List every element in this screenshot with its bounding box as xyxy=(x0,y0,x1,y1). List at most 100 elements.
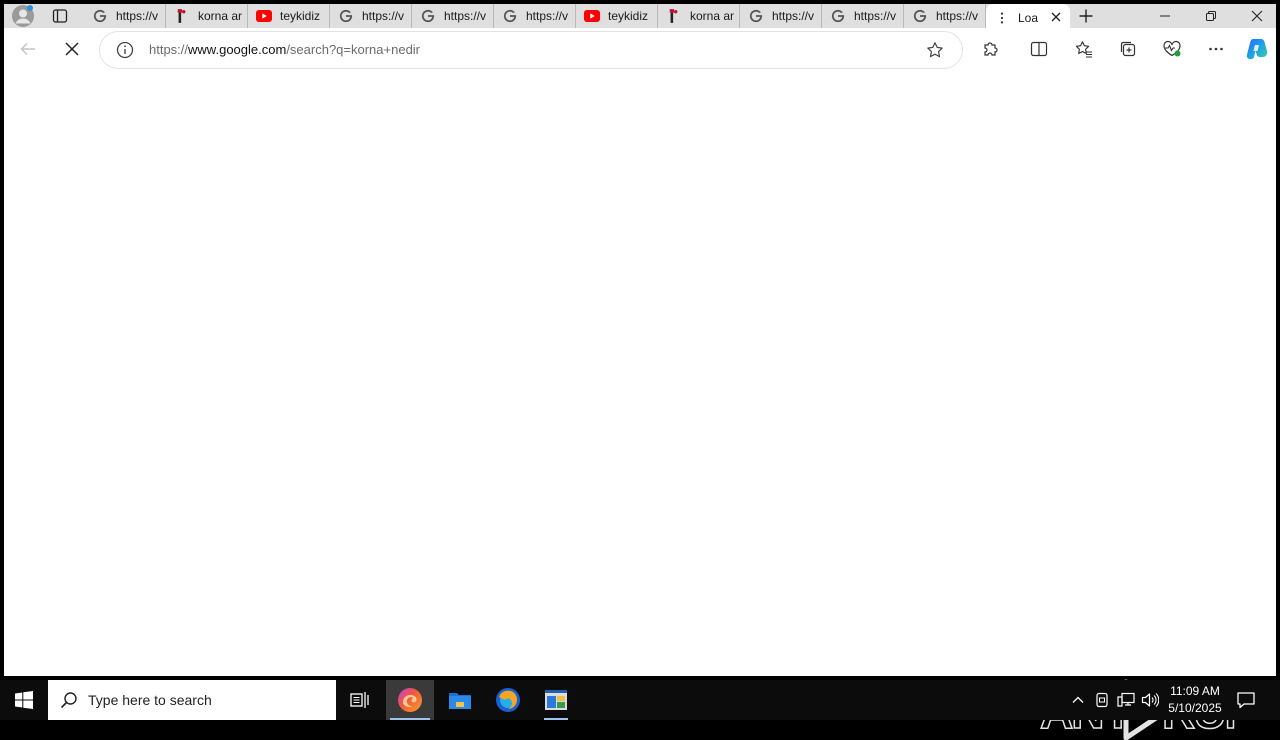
url-text[interactable]: https://www.google.com/search?q=korna+ne… xyxy=(149,42,420,57)
loading-icon xyxy=(994,10,1010,26)
tab-label: https://v xyxy=(772,9,815,23)
tab-label: https://v xyxy=(444,9,487,23)
restore-button[interactable] xyxy=(1188,4,1234,28)
favorite-star-icon[interactable] xyxy=(926,41,944,59)
taskbar-clock[interactable]: 11:09 AM 5/10/2025 xyxy=(1160,683,1230,717)
minimize-button[interactable] xyxy=(1142,4,1188,28)
notification-center-button[interactable] xyxy=(1236,690,1258,710)
tab-label: korna ar xyxy=(198,9,243,23)
tab-1[interactable]: https://v xyxy=(84,4,166,28)
tab-list: https://v korna ar teykidiz https://v https:… xyxy=(84,4,1070,32)
tab-8[interactable]: korna ar xyxy=(658,4,740,28)
tab-label: Loa xyxy=(1018,11,1039,25)
tab-4[interactable]: https://v xyxy=(330,4,412,28)
taskbar-app-window-button[interactable] xyxy=(532,680,580,720)
tray-device-icon xyxy=(1096,692,1108,708)
taskbar-file-explorer-button[interactable] xyxy=(436,680,484,720)
task-view-icon xyxy=(350,692,369,708)
network-icon xyxy=(1117,692,1135,707)
close-tab-icon[interactable] xyxy=(1050,10,1062,22)
tab-3[interactable]: teykidiz xyxy=(248,4,330,28)
tab-10[interactable]: https://v xyxy=(822,4,904,28)
desktop-screen: https://v korna ar teykidiz https://v https:… xyxy=(0,0,1280,740)
back-button[interactable] xyxy=(16,37,40,61)
tab-actions-button[interactable] xyxy=(48,4,72,28)
settings-more-button[interactable] xyxy=(1204,37,1228,61)
restore-icon xyxy=(1206,11,1216,21)
stop-x-icon xyxy=(65,42,79,56)
youtube-icon xyxy=(256,8,272,24)
favorites-star-list-icon xyxy=(1075,41,1092,58)
app-window-icon xyxy=(545,690,567,710)
tab-label: https://v xyxy=(936,9,979,23)
split-screen-button[interactable] xyxy=(1027,37,1051,61)
url-scheme: https:// xyxy=(149,42,189,57)
taskbar-firefox-button[interactable] xyxy=(484,680,532,720)
tab-7[interactable]: teykidiz xyxy=(576,4,658,28)
more-dots-icon xyxy=(1209,47,1223,51)
copilot-button[interactable] xyxy=(1245,37,1269,61)
new-tab-button[interactable] xyxy=(1076,4,1096,28)
edge-browser-window: https://v korna ar teykidiz https://v https:… xyxy=(4,4,1276,740)
tab-2[interactable]: korna ar xyxy=(166,4,248,28)
url-host: www.google.com xyxy=(188,42,287,57)
tab-label: korna ar xyxy=(690,9,735,23)
google-icon xyxy=(748,8,764,24)
profile-avatar-icon xyxy=(12,5,34,27)
firefox-icon xyxy=(496,688,520,712)
arrow-left-icon xyxy=(20,43,35,55)
copilot-icon xyxy=(1246,39,1268,59)
windows-logo-icon xyxy=(15,691,33,709)
close-window-button[interactable] xyxy=(1234,4,1280,28)
taskbar-edge-button[interactable] xyxy=(386,680,434,720)
url-path: /search?q=korna+nedir xyxy=(286,42,421,57)
page-content: ANY RUN xyxy=(4,70,1276,740)
network-button[interactable] xyxy=(1116,690,1136,710)
collections-icon xyxy=(1120,41,1136,57)
tab-11[interactable]: https://v xyxy=(904,4,986,28)
taskbar-search-box[interactable]: Type here to search xyxy=(48,680,336,720)
start-button[interactable] xyxy=(0,680,48,720)
edge-icon xyxy=(398,688,422,712)
profile-button[interactable] xyxy=(10,4,36,28)
tab-strip: https://v korna ar teykidiz https://v https:… xyxy=(4,4,1276,32)
collections-button[interactable] xyxy=(1116,37,1140,61)
site-info-icon[interactable] xyxy=(116,41,134,59)
bookmark-favicon-icon xyxy=(174,8,190,24)
chevron-up-icon xyxy=(1072,696,1084,703)
search-placeholder: Type here to search xyxy=(88,692,212,708)
tab-5[interactable]: https://v xyxy=(412,4,494,28)
puzzle-icon xyxy=(984,42,998,56)
minimize-icon xyxy=(1160,15,1170,17)
clock-time: 11:09 AM xyxy=(1170,684,1220,698)
notification-icon xyxy=(1237,692,1255,709)
address-bar[interactable]: https://www.google.com/search?q=korna+ne… xyxy=(100,32,962,68)
folder-icon xyxy=(449,693,471,709)
close-icon xyxy=(1251,10,1263,22)
favorites-button[interactable] xyxy=(1072,37,1096,61)
google-icon xyxy=(420,8,436,24)
heartbeat-icon xyxy=(1163,40,1181,57)
extensions-button[interactable] xyxy=(979,37,1003,61)
tab-label: https://v xyxy=(362,9,405,23)
tab-9[interactable]: https://v xyxy=(740,4,822,28)
tab-6[interactable]: https://v xyxy=(494,4,576,28)
task-view-button[interactable] xyxy=(336,680,384,720)
browser-toolbar: https://www.google.com/search?q=korna+ne… xyxy=(4,28,1276,70)
google-icon xyxy=(912,8,928,24)
bookmark-favicon-icon xyxy=(666,8,682,24)
tab-label: https://v xyxy=(116,9,159,23)
browser-essentials-button[interactable] xyxy=(1160,37,1184,61)
tab-label: teykidiz xyxy=(608,9,649,23)
volume-button[interactable] xyxy=(1140,690,1160,710)
speaker-icon xyxy=(1141,693,1159,707)
tray-app-button[interactable] xyxy=(1092,690,1112,710)
plus-icon xyxy=(1079,9,1093,23)
show-hidden-icons-button[interactable] xyxy=(1068,690,1088,710)
stop-loading-button[interactable] xyxy=(60,37,84,61)
tab-label: teykidiz xyxy=(280,9,321,23)
tab-label: https://v xyxy=(526,9,569,23)
clock-date: 5/10/2025 xyxy=(1168,701,1222,715)
google-icon xyxy=(830,8,846,24)
youtube-icon xyxy=(584,8,600,24)
